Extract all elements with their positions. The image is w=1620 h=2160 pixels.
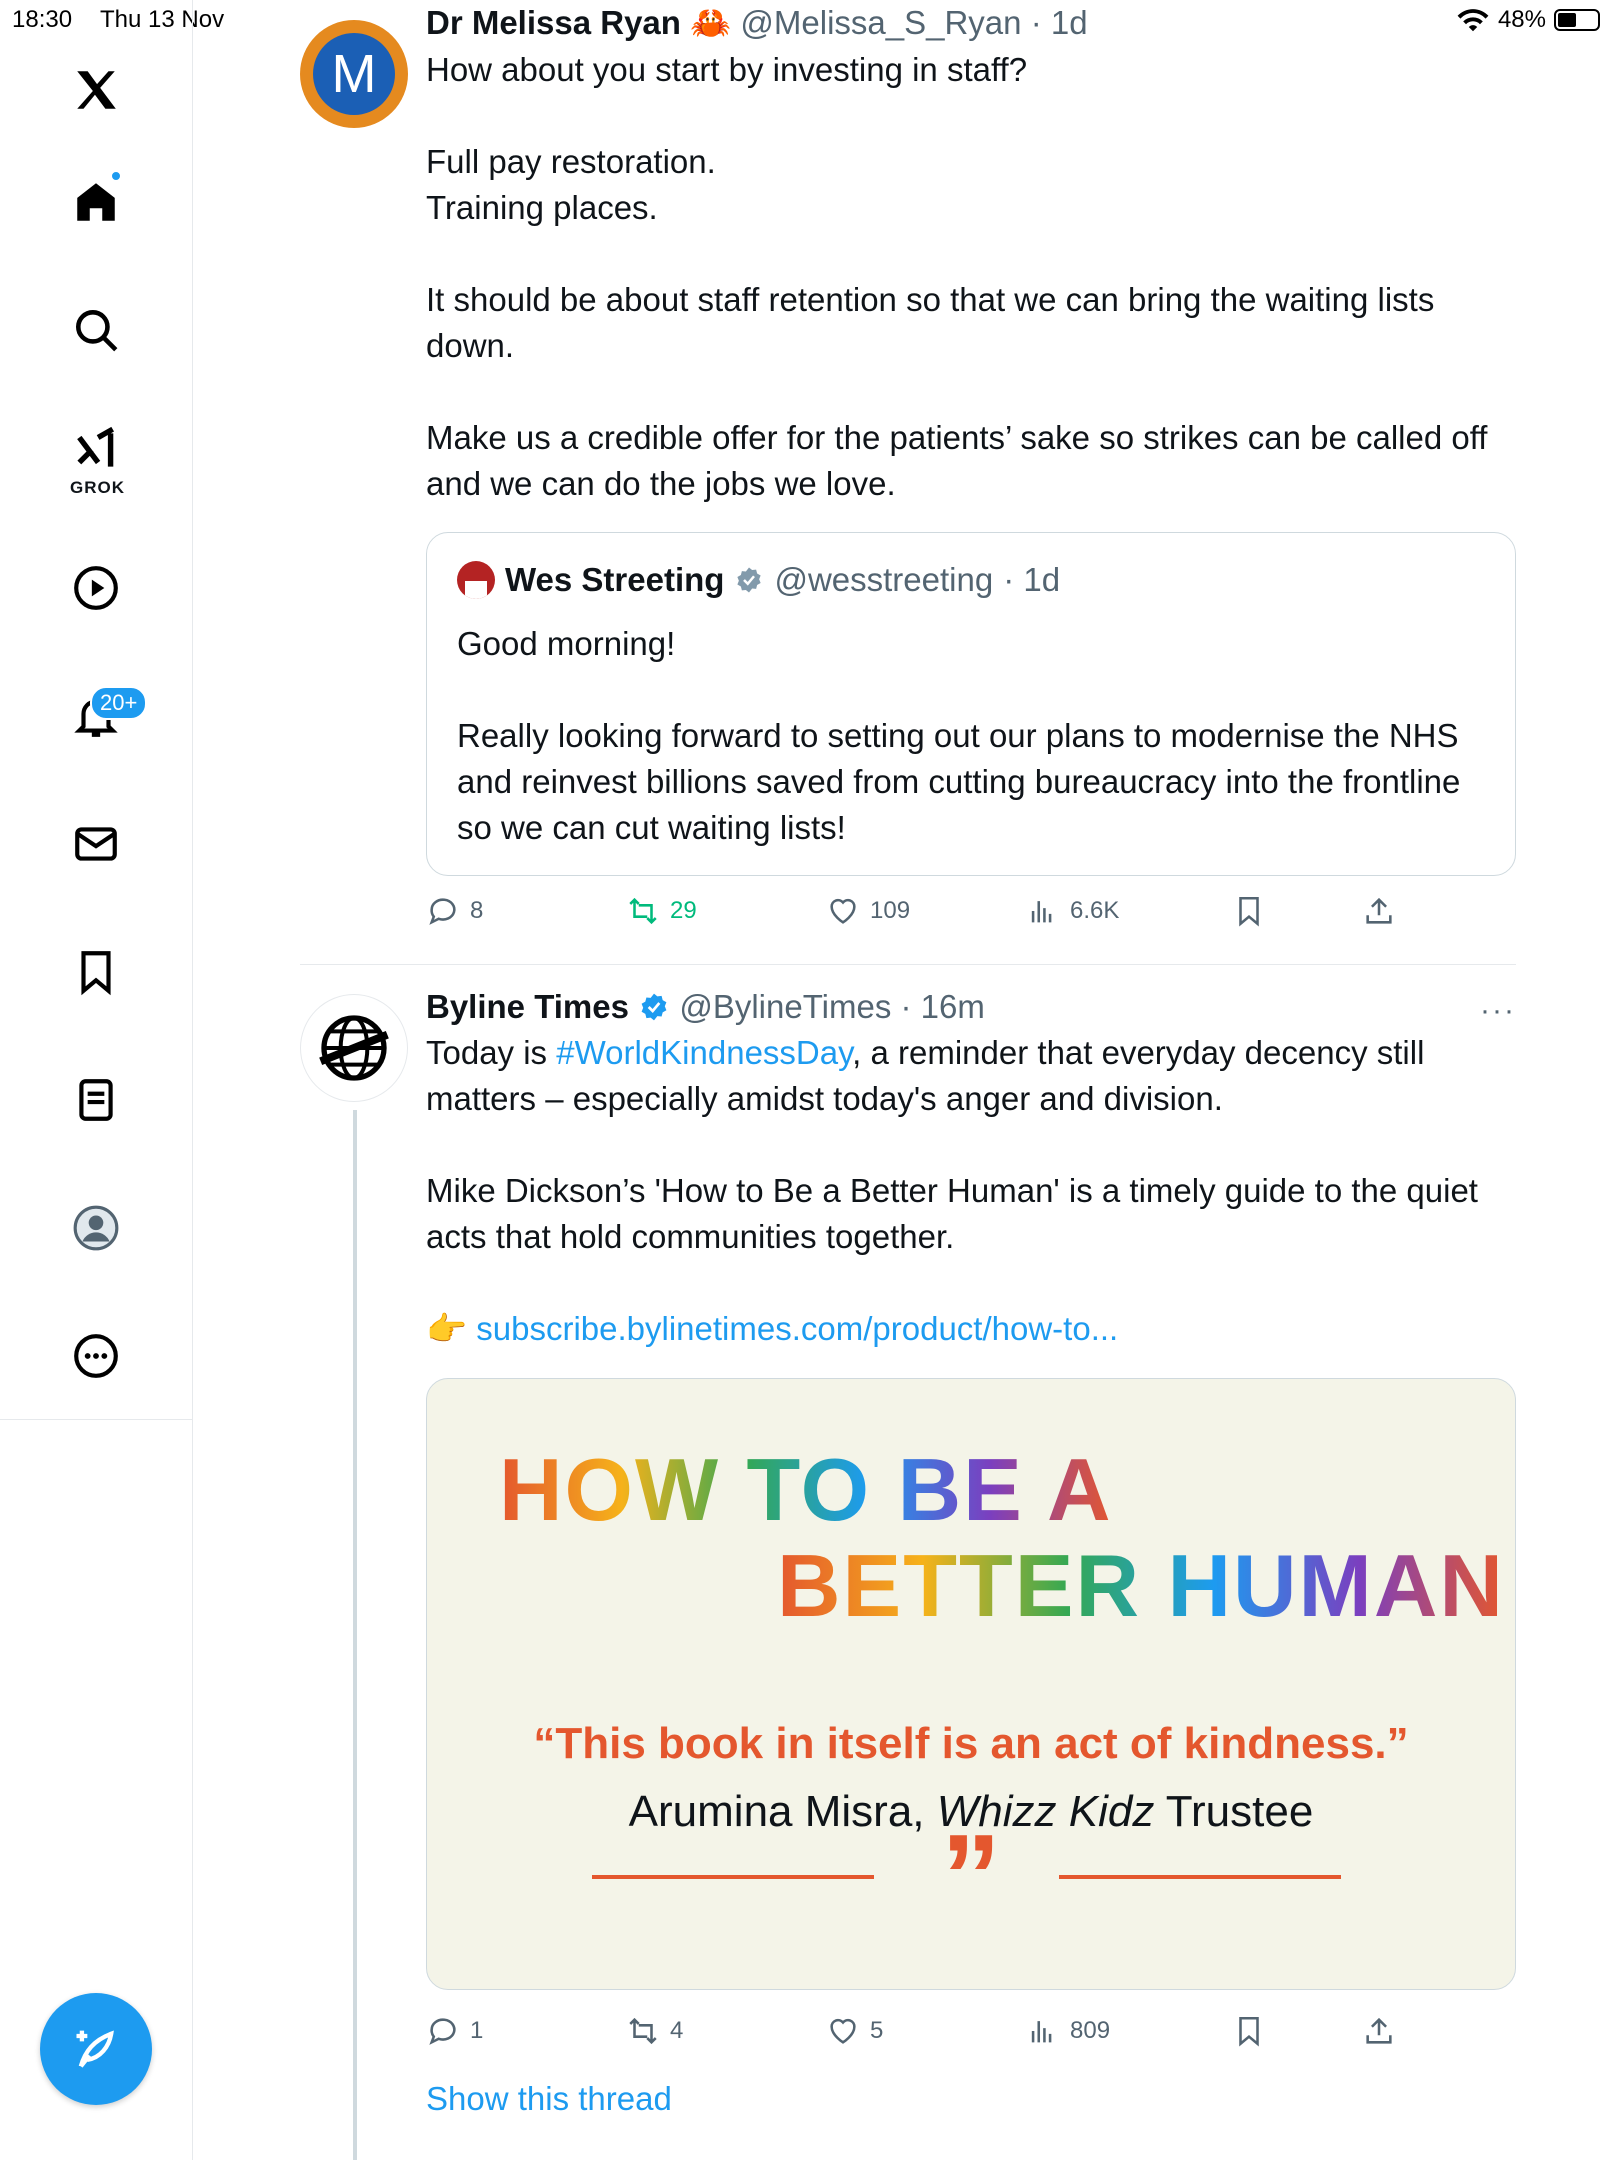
author-handle[interactable]: @Melissa_S_Ryan xyxy=(740,4,1021,41)
sidebar-item-lists[interactable] xyxy=(46,1060,146,1140)
tweet-text: Today is #WorldKindnessDay, a reminder t… xyxy=(426,1030,1516,1352)
avatar[interactable] xyxy=(300,994,408,1102)
quote-avatar xyxy=(457,561,495,599)
reply-icon xyxy=(429,898,456,925)
text-before: Today is xyxy=(426,1034,557,1071)
like-count: 109 xyxy=(870,897,911,924)
repost-icon xyxy=(629,897,657,925)
share-button[interactable] xyxy=(1362,894,1396,928)
sidebar-item-home[interactable] xyxy=(46,162,146,242)
tweet-text: How about you start by investing in staf… xyxy=(426,51,1488,502)
sidebar-item-video[interactable] xyxy=(46,548,146,628)
more-options-button[interactable]: ··· xyxy=(1480,994,1516,1028)
tweet-melissa-ryan[interactable]: M Dr Melissa Ryan 🦀 @Melissa_S_Ryan · 1d… xyxy=(300,0,1516,960)
profile-icon xyxy=(73,1205,119,1251)
share-icon xyxy=(1366,897,1392,924)
quote-time: · 1d xyxy=(1003,561,1061,598)
views-icon xyxy=(1031,901,1052,923)
sidebar-item-explore[interactable] xyxy=(46,290,146,370)
author-handle[interactable]: @BylineTimes xyxy=(679,988,891,1025)
video-icon xyxy=(74,566,118,610)
x-logo[interactable] xyxy=(46,50,146,130)
bookmarks-icon xyxy=(81,951,111,996)
verified-badge-icon xyxy=(641,993,667,1021)
views-count: 6.6K xyxy=(1070,897,1120,924)
like-button[interactable]: 109 xyxy=(826,894,910,928)
tweet-actions: 1 4 5 809 xyxy=(426,2014,1426,2058)
verified-badge-icon xyxy=(737,567,762,593)
tweet-header: Dr Melissa Ryan 🦀 @Melissa_S_Ryan · 1d xyxy=(426,4,1516,43)
messages-icon xyxy=(75,827,117,861)
views-count: 809 xyxy=(1070,2017,1111,2044)
book-title-line1: HOW TO BE A xyxy=(499,1440,1113,1539)
compose-post-button[interactable] xyxy=(40,1993,152,2105)
avatar[interactable]: M xyxy=(300,20,408,128)
tweet-header: Byline Times @BylineTimes · 16m xyxy=(426,988,1516,1026)
globe-logo-icon xyxy=(319,1015,389,1081)
lists-icon xyxy=(79,1079,113,1121)
avatar-letter: M xyxy=(313,33,395,115)
tweet-actions: 8 29 109 6.6K xyxy=(426,894,1426,938)
notifications-badge: 20+ xyxy=(90,686,148,720)
sidebar-item-messages[interactable] xyxy=(46,804,146,884)
closing-quote-marks: ” xyxy=(941,1810,1001,1944)
search-icon xyxy=(76,310,118,352)
share-icon xyxy=(1366,2017,1392,2044)
link-emoji: 👉 xyxy=(426,1310,468,1347)
book-quote: “This book in itself is an act of kindne… xyxy=(533,1719,1409,1768)
external-link[interactable]: subscribe.bylinetimes.com/product/how-to… xyxy=(476,1310,1118,1347)
sidebar: GROK 20+ xyxy=(0,0,193,1420)
repost-icon xyxy=(629,2017,657,2045)
quote-author-name: Wes Streeting xyxy=(505,561,725,598)
reply-icon xyxy=(429,2018,456,2045)
battery-icon xyxy=(1554,9,1600,31)
media-image[interactable]: HOW TO BE A BETTER HUMAN “This book in i… xyxy=(426,1378,1516,1990)
compose-feather-icon xyxy=(76,2030,114,2068)
hashtag-link[interactable]: #WorldKindnessDay xyxy=(556,1034,852,1071)
x-logo-icon xyxy=(77,71,116,109)
repost-count: 4 xyxy=(670,2017,684,2044)
reply-count: 1 xyxy=(470,2017,484,2044)
bookmark-button[interactable] xyxy=(1232,2014,1266,2048)
views-icon xyxy=(1031,2021,1052,2043)
bookmark-button[interactable] xyxy=(1232,894,1266,928)
home-unread-dot xyxy=(110,170,122,182)
repost-count: 29 xyxy=(670,897,697,924)
reply-button[interactable]: 1 xyxy=(426,2014,483,2048)
sidebar-item-profile[interactable] xyxy=(46,1188,146,1268)
post-time[interactable]: · 1d xyxy=(1031,4,1088,41)
author-name[interactable]: Dr Melissa Ryan xyxy=(426,4,681,41)
quote-author-handle: @wesstreeting xyxy=(774,561,994,598)
sidebar-border xyxy=(192,1420,193,2160)
views-button[interactable]: 809 xyxy=(1026,2014,1110,2048)
sidebar-item-bookmarks[interactable] xyxy=(46,932,146,1012)
repost-button[interactable]: 4 xyxy=(626,2014,683,2048)
book-title-line2: BETTER HUMAN xyxy=(777,1536,1505,1635)
sidebar-item-more[interactable] xyxy=(46,1316,146,1396)
share-button[interactable] xyxy=(1362,2014,1396,2048)
tweet-byline-times[interactable]: Byline Times @BylineTimes · 16m Today is… xyxy=(300,964,1516,2160)
heart-icon xyxy=(830,2018,856,2044)
bookmark-icon xyxy=(1239,2016,1259,2047)
show-thread-link[interactable]: Show this thread xyxy=(426,2080,672,2118)
repost-button[interactable]: 29 xyxy=(626,894,697,928)
like-count: 5 xyxy=(870,2017,884,2044)
grok-label: GROK xyxy=(70,478,125,497)
heart-icon xyxy=(830,898,856,924)
home-icon xyxy=(77,183,115,221)
grok-icon xyxy=(77,426,115,467)
quote-header: Wes Streeting @wesstreeting · 1d xyxy=(457,561,1060,599)
like-button[interactable]: 5 xyxy=(826,2014,883,2048)
reply-button[interactable]: 8 xyxy=(426,894,483,928)
more-icon xyxy=(74,1334,118,1378)
post-time[interactable]: · 16m xyxy=(901,988,985,1025)
quoted-tweet[interactable]: Wes Streeting @wesstreeting · 1d Good mo… xyxy=(426,532,1516,876)
quote-text: Good morning! Really looking forward to … xyxy=(457,625,1461,846)
author-emoji: 🦀 xyxy=(690,4,732,41)
reply-count: 8 xyxy=(470,897,484,924)
views-button[interactable]: 6.6K xyxy=(1026,894,1119,928)
bookmark-icon xyxy=(1239,896,1259,927)
author-name[interactable]: Byline Times xyxy=(426,988,629,1025)
